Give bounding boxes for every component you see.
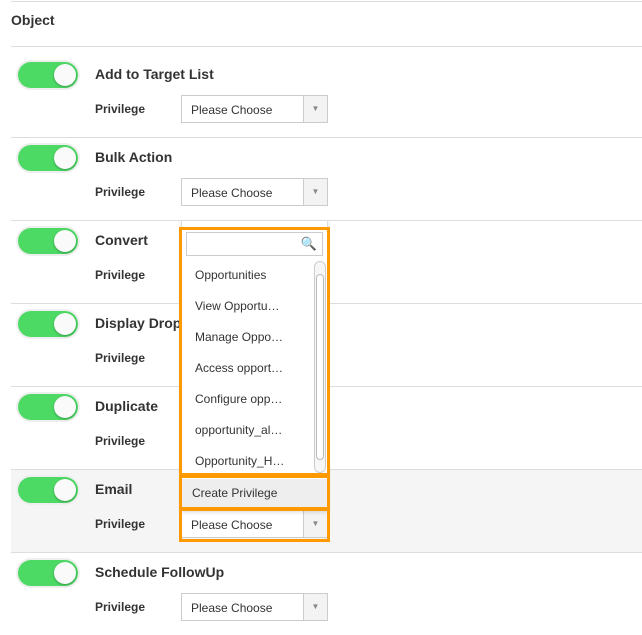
section-title: Object	[11, 12, 55, 28]
toggle-knob	[54, 562, 76, 584]
enable-toggle[interactable]	[18, 560, 78, 586]
privilege-select[interactable]: Please Choose ▼	[181, 178, 328, 206]
select-value: Please Choose	[191, 103, 273, 117]
highlight-box-list	[179, 227, 330, 476]
select-value: Please Choose	[191, 601, 273, 615]
highlight-box-create	[179, 475, 330, 510]
divider	[11, 46, 642, 47]
chevron-down-icon: ▼	[303, 179, 327, 205]
enable-toggle[interactable]	[18, 228, 78, 254]
chevron-down-icon: ▼	[303, 594, 327, 620]
row-name: Duplicate	[95, 398, 159, 414]
divider	[11, 137, 642, 138]
privilege-row: Add to Target List Privilege Please Choo…	[11, 54, 642, 137]
privilege-select[interactable]: Please Choose ▼	[181, 95, 328, 123]
row-name: Schedule FollowUp	[95, 564, 225, 580]
row-name: Bulk Action	[95, 149, 173, 165]
row-name: Convert	[95, 232, 148, 248]
toggle-knob	[54, 313, 76, 335]
toggle-knob	[54, 147, 76, 169]
privilege-label: Privilege	[95, 351, 146, 365]
row-name: Email	[95, 481, 133, 497]
row-name: Add to Target List	[95, 66, 214, 82]
toggle-knob	[54, 479, 76, 501]
toggle-knob	[54, 230, 76, 252]
privilege-label: Privilege	[95, 102, 146, 116]
toggle-knob	[54, 396, 76, 418]
privilege-row: Schedule FollowUp Privilege Please Choos…	[11, 552, 642, 635]
select-value: Please Choose	[191, 186, 273, 200]
privilege-label: Privilege	[95, 434, 146, 448]
enable-toggle[interactable]	[18, 311, 78, 337]
privilege-select[interactable]: Please Choose ▼	[181, 593, 328, 621]
privilege-label: Privilege	[95, 268, 146, 282]
privilege-label: Privilege	[95, 600, 146, 614]
enable-toggle[interactable]	[18, 62, 78, 88]
toggle-knob	[54, 64, 76, 86]
divider	[11, 552, 642, 553]
enable-toggle[interactable]	[18, 394, 78, 420]
privilege-label: Privilege	[95, 185, 146, 199]
enable-toggle[interactable]	[18, 477, 78, 503]
enable-toggle[interactable]	[18, 145, 78, 171]
privilege-row: Bulk Action Privilege Please Choose ▼	[11, 137, 642, 220]
highlight-box-select	[179, 508, 330, 542]
chevron-down-icon: ▼	[303, 96, 327, 122]
privilege-label: Privilege	[95, 517, 146, 531]
divider	[11, 1, 642, 2]
row-name: Display Drop	[95, 315, 182, 331]
